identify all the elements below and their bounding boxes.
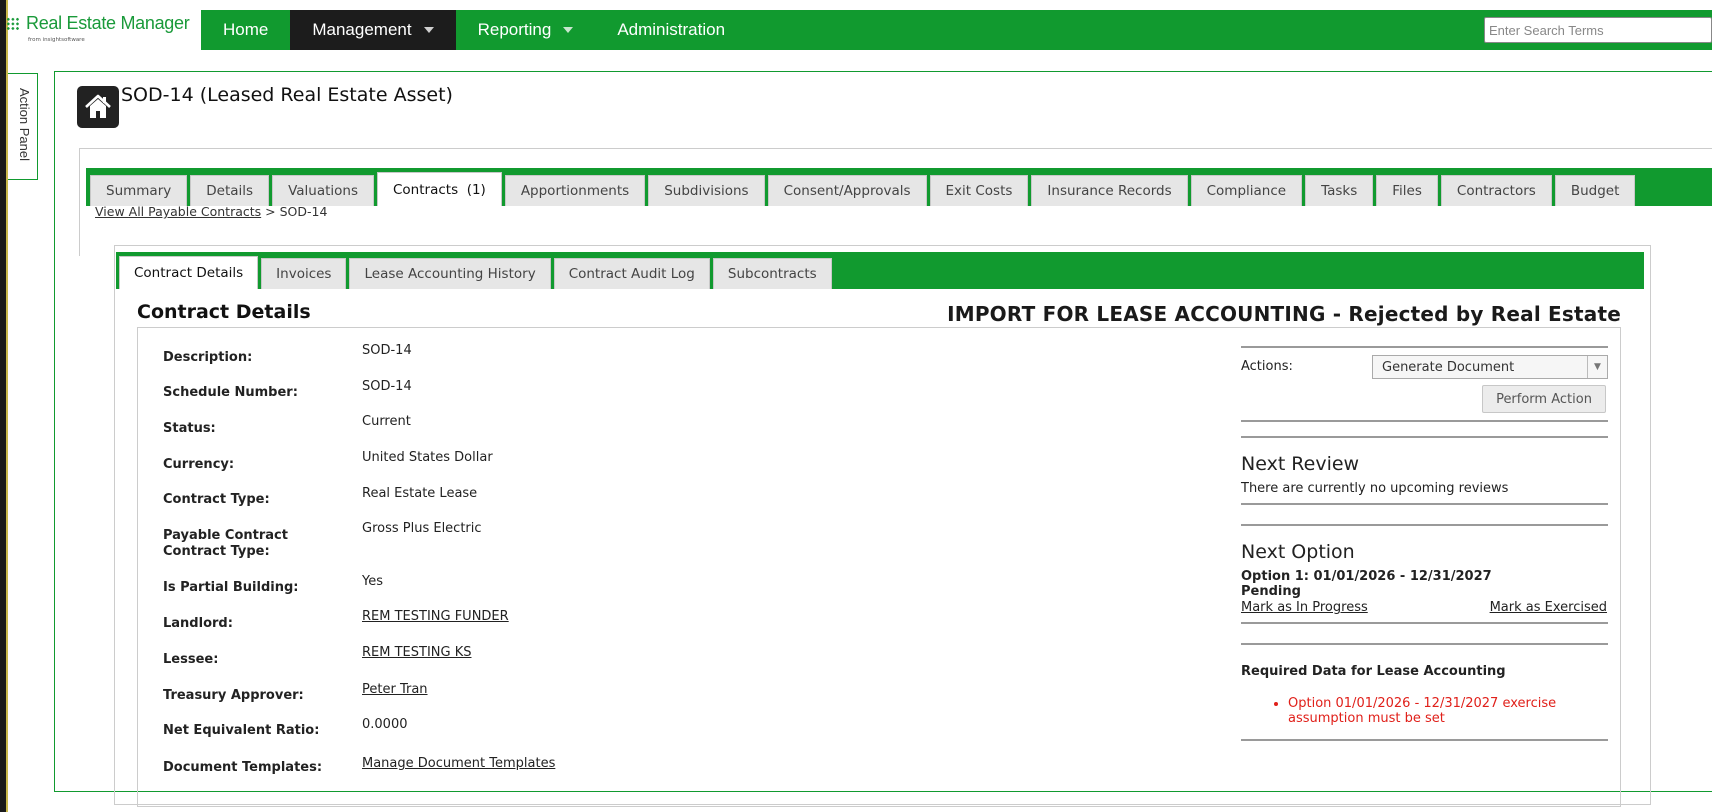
required-data-title: Required Data for Lease Accounting	[1241, 664, 1506, 679]
description-label: Description:	[163, 350, 253, 365]
manage-document-templates-link[interactable]: Manage Document Templates	[362, 756, 555, 771]
search-input[interactable]	[1484, 17, 1712, 43]
required-bottom-rule	[1241, 739, 1608, 741]
partial-building-value: Yes	[362, 574, 383, 589]
net-equivalent-ratio-value: 0.0000	[362, 717, 408, 732]
status-value: Current	[362, 414, 411, 429]
logo-grid-icon	[6, 17, 20, 31]
option-top-rule	[1241, 524, 1608, 526]
mark-in-progress-link[interactable]: Mark as In Progress	[1241, 600, 1368, 615]
payable-contract-type-label: Payable Contract Contract Type:	[163, 528, 288, 559]
tab-summary[interactable]: Summary	[90, 175, 188, 206]
import-status: IMPORT FOR LEASE ACCOUNTING - Rejected b…	[947, 302, 1621, 326]
required-top-rule	[1241, 643, 1608, 645]
logo-text: Real Estate Manager	[26, 13, 190, 33]
landlord-link[interactable]: REM TESTING FUNDER	[362, 609, 509, 624]
tab-apportionments[interactable]: Apportionments	[504, 175, 646, 206]
tab-consent-approvals[interactable]: Consent/Approvals	[767, 175, 927, 206]
nav-home[interactable]: Home	[201, 10, 290, 50]
subtab-contract-audit-log[interactable]: Contract Audit Log	[553, 258, 710, 289]
breadcrumb-current: SOD-14	[279, 204, 328, 219]
schedule-number-value: SOD-14	[362, 379, 412, 394]
page-title: SOD-14 (Leased Real Estate Asset)	[121, 84, 453, 106]
treasury-approver-link[interactable]: Peter Tran	[362, 682, 428, 697]
contract-type-value: Real Estate Lease	[362, 486, 478, 501]
next-review-title: Next Review	[1241, 453, 1360, 475]
actions-top-rule	[1241, 346, 1608, 348]
nav-management-label: Management	[312, 20, 412, 39]
net-equivalent-ratio-label: Net Equivalent Ratio:	[163, 723, 320, 738]
action-panel-toggle[interactable]: Action Panel	[8, 73, 38, 180]
required-data-list: Option 01/01/2026 - 12/31/2027 exercise …	[1288, 696, 1588, 726]
tab-tasks[interactable]: Tasks	[1305, 175, 1374, 206]
perform-action-button[interactable]: Perform Action	[1482, 385, 1606, 413]
review-bottom-rule	[1241, 503, 1608, 505]
actions-bottom-rule	[1241, 420, 1608, 422]
asset-tabs: Summary Details Valuations Contracts (1)…	[86, 168, 1712, 206]
landlord-label: Landlord:	[163, 616, 233, 631]
actions-label: Actions:	[1241, 359, 1293, 374]
tab-valuations[interactable]: Valuations	[272, 175, 374, 206]
tab-contracts[interactable]: Contracts (1)	[377, 172, 502, 206]
next-option-title: Next Option	[1241, 541, 1355, 563]
actions-select-value: Generate Document	[1382, 359, 1515, 375]
lessee-label: Lessee:	[163, 652, 219, 667]
nav-administration-label: Administration	[617, 20, 726, 39]
tab-insurance-records[interactable]: Insurance Records	[1031, 175, 1188, 206]
contract-type-label: Contract Type:	[163, 492, 270, 507]
review-top-rule	[1241, 436, 1608, 438]
nav-reporting-label: Reporting	[477, 20, 552, 39]
nav-home-label: Home	[223, 20, 269, 39]
chevron-down-icon: ▼	[1587, 356, 1607, 378]
tab-files[interactable]: Files	[1376, 175, 1438, 206]
currency-value: United States Dollar	[362, 450, 493, 465]
actions-select[interactable]: Generate Document ▼	[1372, 355, 1608, 379]
tab-compliance[interactable]: Compliance	[1190, 175, 1303, 206]
nav-administration[interactable]: Administration	[595, 10, 747, 50]
lessee-link[interactable]: REM TESTING KS	[362, 645, 471, 660]
contract-subtabs: Contract Details Invoices Lease Accounti…	[116, 252, 1644, 289]
tab-details[interactable]: Details	[190, 175, 270, 206]
option-status: Pending	[1241, 584, 1301, 599]
description-value: SOD-14	[362, 343, 412, 358]
status-label: Status:	[163, 421, 216, 436]
tab-contractors[interactable]: Contractors	[1440, 175, 1552, 206]
breadcrumb-separator: >	[265, 204, 276, 219]
currency-label: Currency:	[163, 457, 235, 472]
house-icon	[77, 86, 119, 128]
tab-exit-costs[interactable]: Exit Costs	[929, 175, 1029, 206]
partial-building-label: Is Partial Building:	[163, 580, 299, 595]
details-box	[137, 327, 1621, 807]
nav-reporting[interactable]: Reporting	[456, 10, 596, 50]
document-templates-label: Document Templates:	[163, 760, 323, 775]
subtab-lease-accounting-history[interactable]: Lease Accounting History	[349, 258, 551, 289]
action-panel-label: Action Panel	[17, 88, 32, 161]
caret-down-icon	[563, 27, 574, 33]
required-data-item: Option 01/01/2026 - 12/31/2027 exercise …	[1288, 696, 1588, 726]
subtab-contract-details[interactable]: Contract Details	[119, 256, 259, 289]
mark-exercised-link[interactable]: Mark as Exercised	[1490, 600, 1607, 615]
nav-management[interactable]: Management	[290, 10, 456, 50]
payable-contract-type-value: Gross Plus Electric	[362, 521, 482, 536]
logo-subtext: from insightsoftware	[28, 37, 85, 43]
breadcrumb: View All Payable Contracts > SOD-14	[95, 204, 327, 219]
treasury-approver-label: Treasury Approver:	[163, 688, 304, 703]
schedule-number-label: Schedule Number:	[163, 385, 298, 400]
next-review-text: There are currently no upcoming reviews	[1241, 481, 1509, 496]
section-title: Contract Details	[137, 301, 311, 323]
tab-budget[interactable]: Budget	[1554, 175, 1636, 206]
option-bottom-rule	[1241, 622, 1608, 624]
caret-down-icon	[423, 27, 434, 33]
subtab-invoices[interactable]: Invoices	[261, 258, 347, 289]
subtab-subcontracts[interactable]: Subcontracts	[712, 258, 832, 289]
breadcrumb-link-payable-contracts[interactable]: View All Payable Contracts	[95, 204, 261, 219]
app-logo[interactable]: Real Estate Manager from insightsoftware	[6, 13, 196, 49]
option-line: Option 1: 01/01/2026 - 12/31/2027	[1241, 569, 1492, 584]
tab-subdivisions[interactable]: Subdivisions	[648, 175, 765, 206]
